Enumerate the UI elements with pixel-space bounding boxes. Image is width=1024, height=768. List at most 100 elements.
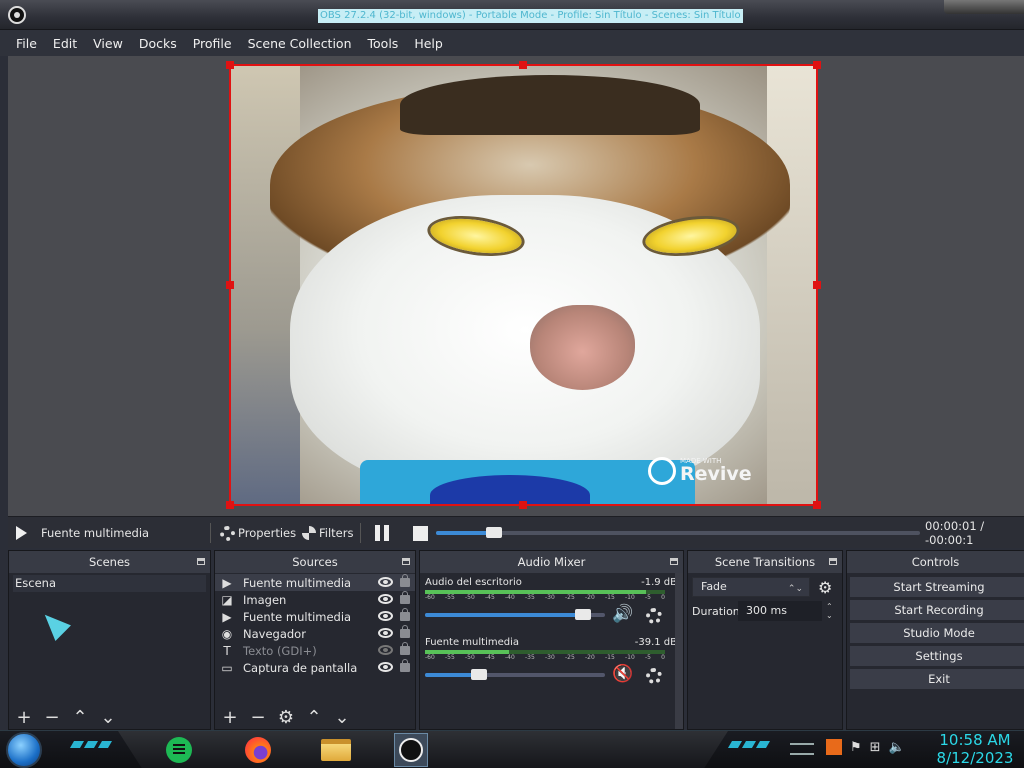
float-dock-icon[interactable] (402, 558, 410, 565)
menu-scene-collection[interactable]: Scene Collection (240, 36, 360, 51)
channel-name: Audio del escritorio (425, 577, 522, 588)
mixer-scrollbar[interactable] (675, 573, 683, 729)
exit-button[interactable]: Exit (850, 669, 1024, 689)
move-down-button[interactable]: ⌄ (333, 708, 351, 728)
start-streaming-button[interactable]: Start Streaming (850, 577, 1024, 597)
move-up-button[interactable]: ⌃ (305, 708, 323, 728)
resize-handle[interactable] (813, 501, 821, 509)
meter-tick-label: -55 (445, 654, 455, 661)
float-dock-icon[interactable] (197, 558, 205, 565)
seek-bar[interactable] (436, 527, 920, 538)
menu-help[interactable]: Help (406, 36, 451, 51)
gear-icon[interactable] (646, 668, 662, 684)
volume-slider[interactable] (425, 669, 605, 680)
window-title: OBS 27.2.4 (32-bit, windows) - Portable … (318, 9, 743, 23)
source-item[interactable]: ◪ Imagen (215, 591, 415, 608)
source-item[interactable]: ▶ Fuente multimedia (215, 574, 415, 591)
settings-button[interactable]: Settings (850, 646, 1024, 666)
visibility-eye-icon[interactable] (378, 577, 393, 587)
visibility-eye-icon[interactable] (378, 611, 393, 621)
controls-title: Controls (911, 555, 960, 569)
start-button[interactable] (6, 732, 42, 768)
preview-area[interactable]: MADE WITH Revive (8, 56, 1024, 516)
volume-handle[interactable] (471, 669, 487, 680)
pause-button[interactable] (375, 517, 389, 549)
network-icon[interactable]: ⊞ (870, 740, 881, 755)
channel-name: Fuente multimedia (425, 637, 519, 648)
scenes-dock: Scenes Escena + − ⌃ ⌄ (8, 550, 211, 730)
firefox-icon[interactable] (241, 733, 275, 767)
menu-file[interactable]: File (8, 36, 45, 51)
volume-handle[interactable] (575, 609, 592, 620)
duration-input[interactable]: 300 ms (738, 601, 822, 621)
play-source-button[interactable] (16, 517, 27, 549)
start-recording-button[interactable]: Start Recording (850, 600, 1024, 620)
speaker-icon[interactable]: 🔊 (612, 606, 633, 623)
move-down-button[interactable]: ⌄ (99, 708, 117, 728)
seek-handle[interactable] (486, 527, 503, 538)
resize-handle[interactable] (226, 61, 234, 69)
resize-handle[interactable] (519, 61, 527, 69)
float-dock-icon[interactable] (670, 558, 678, 565)
filters-button[interactable]: Filters (302, 517, 353, 549)
menu-view[interactable]: View (85, 36, 131, 51)
preview-canvas[interactable]: MADE WITH Revive (230, 65, 817, 505)
resize-handle[interactable] (519, 501, 527, 509)
scene-item[interactable]: Escena (13, 575, 206, 592)
resize-handle[interactable] (226, 281, 234, 289)
clock[interactable]: 10:58 AM 8/12/2023 (935, 731, 1015, 767)
stop-button[interactable] (413, 517, 428, 549)
visibility-eye-icon[interactable] (378, 594, 393, 604)
move-up-button[interactable]: ⌃ (71, 708, 89, 728)
visibility-eye-icon[interactable] (378, 645, 393, 655)
menu-docks[interactable]: Docks (131, 36, 185, 51)
chevron-up-down-icon: ⌃⌄ (787, 584, 803, 594)
resize-handle[interactable] (813, 61, 821, 69)
meter-tick-label: -20 (585, 594, 595, 601)
float-dock-icon[interactable] (829, 558, 837, 565)
muted-speaker-icon[interactable]: 🔇 (612, 666, 633, 683)
meter-tick-label: -50 (465, 654, 475, 661)
tray-app-icon[interactable] (826, 739, 842, 755)
obs-taskbar-icon[interactable] (394, 733, 428, 767)
studio-mode-button[interactable]: Studio Mode (850, 623, 1024, 643)
play-icon: ▶ (222, 609, 232, 624)
duration-stepper[interactable]: ⌃ ⌄ (826, 602, 833, 620)
transition-settings-icon[interactable]: ⚙ (818, 578, 832, 597)
duration-label: Duration (692, 604, 740, 618)
flag-icon[interactable]: ⚑ (850, 740, 862, 755)
resize-handle[interactable] (226, 501, 234, 509)
lock-icon[interactable] (400, 591, 410, 604)
play-icon: ▶ (222, 575, 232, 590)
volume-slider[interactable] (425, 609, 605, 620)
add-scene-button[interactable]: + (15, 708, 33, 728)
remove-scene-button[interactable]: − (43, 708, 61, 728)
window-controls[interactable] (944, 0, 1024, 14)
lock-icon[interactable] (400, 659, 410, 672)
source-item[interactable]: T Texto (GDI+) (215, 642, 415, 659)
source-item[interactable]: ▶ Fuente multimedia (215, 608, 415, 625)
file-explorer-icon[interactable] (319, 733, 353, 767)
notes-app-icon[interactable] (162, 733, 196, 767)
volume-icon[interactable]: 🔈 (889, 740, 905, 755)
meter-tick-label: -20 (585, 654, 595, 661)
menu-tools[interactable]: Tools (360, 36, 407, 51)
resize-handle[interactable] (813, 281, 821, 289)
visibility-eye-icon[interactable] (378, 628, 393, 638)
taskbar: ⚑ ⊞ 🔈 10:58 AM 8/12/2023 (0, 730, 1024, 768)
source-item[interactable]: ▭ Captura de pantalla (215, 659, 415, 676)
menu-edit[interactable]: Edit (45, 36, 85, 51)
transition-select[interactable]: Fade ⌃⌄ (692, 577, 810, 597)
properties-button[interactable]: Properties (220, 517, 296, 549)
remove-source-button[interactable]: − (249, 708, 267, 728)
lock-icon[interactable] (400, 642, 410, 655)
source-settings-button[interactable]: ⚙ (277, 708, 295, 728)
visibility-eye-icon[interactable] (378, 662, 393, 672)
source-item[interactable]: ◉ Navegador (215, 625, 415, 642)
add-source-button[interactable]: + (221, 708, 239, 728)
gear-icon[interactable] (646, 608, 662, 624)
lock-icon[interactable] (400, 625, 410, 638)
menu-profile[interactable]: Profile (185, 36, 240, 51)
lock-icon[interactable] (400, 574, 410, 587)
lock-icon[interactable] (400, 608, 410, 621)
